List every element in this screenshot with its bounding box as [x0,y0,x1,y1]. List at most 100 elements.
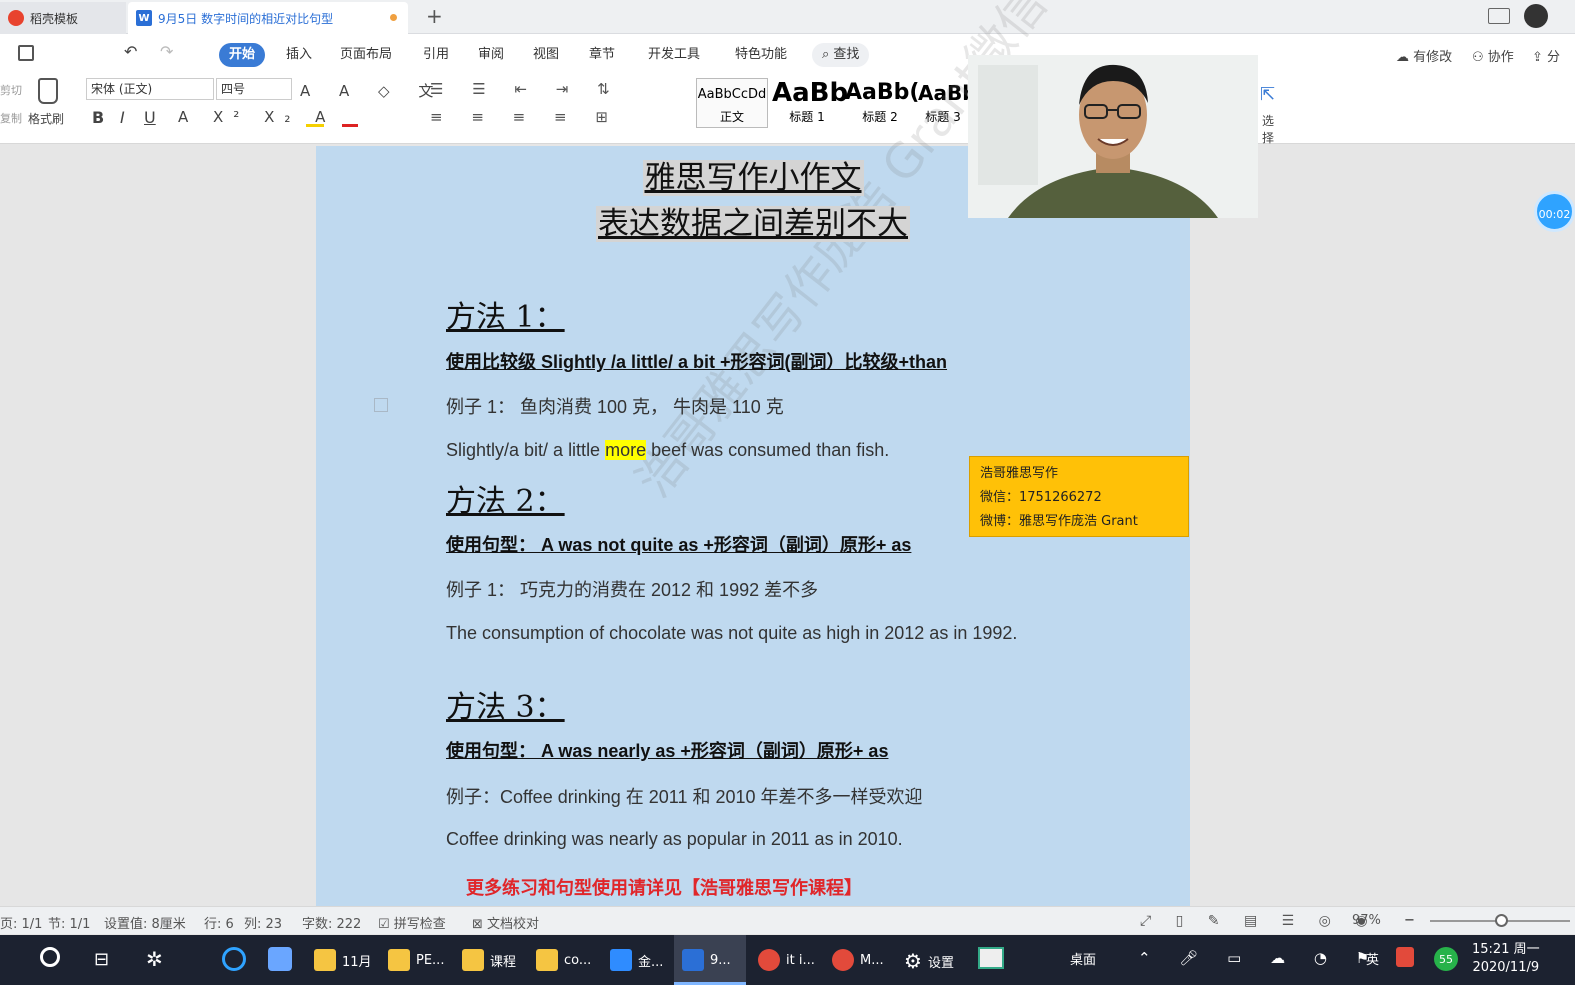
ime-indicator[interactable]: 英 [1366,949,1379,968]
taskbar-item-label: M... [860,952,884,968]
method-1-example-en: Slightly/a bit/ a little more beef was c… [446,440,890,460]
paragraph-marker-icon[interactable] [374,398,388,412]
taskbar-item-label: 设置 [927,955,954,971]
save-icon[interactable] [18,45,34,61]
collab-button[interactable]: ⚇ 协作 [1472,46,1514,65]
taskbar-item-settings[interactable]: ⚙ 设置 [904,949,954,973]
menu-insert[interactable]: 插入 [276,43,322,67]
clock[interactable]: 15:21 周一 2020/11/9 [1472,941,1540,977]
revise-button[interactable]: ☁ 有修改 [1396,46,1452,65]
proofread-label: 文档校对 [487,917,540,932]
style-normal-preview: AaBbCcDd [697,87,767,102]
desktop-toolbar[interactable]: 桌面 [1070,949,1096,968]
share-button[interactable]: ⇪ 分 [1532,46,1560,65]
method-1-rule: 使用比较级 Slightly /a little/ a bit +形容词(副词）… [446,352,948,372]
window-layout-icon[interactable] [1488,8,1510,24]
tab-daoke[interactable]: 稻壳模板 [0,2,126,34]
redo-icon[interactable]: ↷ [160,42,173,61]
view-mode-icons[interactable]: ⤢ ▯ ✎ ▤ ☰ ◎ ◉ [1140,913,1378,929]
format-painter-icon[interactable] [38,78,58,104]
app-window-icon[interactable] [978,947,1004,969]
taskbar-item-wps[interactable]: 9... [682,949,731,971]
contact-sticky-note: 浩哥雅思写作 微信：1751266272 微博：雅思写作庞浩 Grant [969,456,1189,537]
presenter-image [968,55,1258,218]
qq-browser-icon[interactable] [222,947,246,971]
sticky-line-3: 微博：雅思写作庞浩 Grant [980,514,1138,529]
method-3-heading: 方法 3： [446,690,565,725]
taskbar-item-folder-2[interactable]: PE... [388,949,444,971]
cut-button[interactable]: 剪切 [0,82,22,98]
taskbar-item-chrome-1[interactable]: it i... [758,949,815,971]
menu-chapter[interactable]: 章节 [579,43,625,67]
new-tab-button[interactable]: + [426,4,443,28]
app-icon [610,949,632,971]
select-arrow-icon[interactable]: ⇱ [1260,84,1275,105]
undo-icon[interactable]: ↶ [124,42,137,61]
status-col: 列: 23 [244,917,283,932]
sticky-line-2: 微信：1751266272 [980,490,1102,505]
status-page: 页: 1/1 [0,917,43,932]
menu-reference[interactable]: 引用 [413,43,459,67]
copy-button[interactable]: 复制 [0,110,22,126]
paragraph-list-icons[interactable]: ☰ ☰ ⇤ ⇥ ⇅ [430,80,622,98]
style-heading-1[interactable]: AaBb 标题 1 [772,78,849,128]
status-words[interactable]: 字数: 222 [302,913,361,932]
paragraph-align-icons[interactable]: ≡ ≡ ≡ ≡ ⊞ [430,108,620,126]
user-avatar[interactable] [1524,4,1548,28]
bold-icon[interactable]: B [92,108,104,127]
webcam-video [968,55,1258,218]
menu-developer[interactable]: 开发工具 [638,43,710,67]
search-icon: ⌕ [822,47,830,62]
folder-icon [462,949,484,971]
taskbar-item-app-5[interactable]: 金... [610,949,663,971]
menu-view[interactable]: 视图 [523,43,569,67]
status-setting: 设置值: 8厘米 [104,917,186,932]
zoom-slider-handle[interactable] [1495,914,1508,927]
cortana-icon[interactable] [40,947,60,967]
taskbar-item-label: 9... [710,952,731,968]
font-name-select[interactable]: 宋体 (正文) [86,78,214,100]
font-grow-shrink-icons[interactable]: A A ◇ 文 [300,80,445,101]
taskbar-item-chrome-2[interactable]: M... [832,949,884,971]
menu-layout[interactable]: 页面布局 [330,43,402,67]
spell-check-button[interactable]: ☑ 拼写检查 [378,913,446,932]
tab-document[interactable]: W 9月5日 数字时间的相近对比句型 [128,2,408,34]
zoom-level[interactable]: 97% [1352,913,1381,928]
method-1-example-cn: 例子 1： 鱼肉消费 100 克， 牛肉是 110 克 [446,397,784,417]
highlight-color-icon[interactable] [306,124,324,127]
select-label[interactable]: 选择 [1258,112,1274,146]
method-3-rule: 使用句型： A was nearly as +形容词（副词）原形+ as [446,741,889,761]
gear-icon: ⚙ [904,949,922,973]
revise-label: 有修改 [1413,50,1453,65]
status-section: 节: 1/1 [48,917,91,932]
underline-icon[interactable]: U [144,108,156,127]
sticky-line-1: 浩哥雅思写作 [980,466,1059,481]
proofread-button[interactable]: ⊠ 文档校对 [472,913,539,932]
feishu-icon[interactable] [268,947,292,971]
chrome-icon [758,949,780,971]
recording-timer[interactable]: 00:02 [1534,191,1575,232]
menu-review[interactable]: 审阅 [468,43,514,67]
sogou-ime-icon[interactable] [1396,947,1414,967]
taskbar-item-folder-1[interactable]: 11月 [314,949,372,971]
menu-features[interactable]: 特色功能 [725,43,797,67]
style-normal[interactable]: AaBbCcDd 正文 [696,78,768,128]
style-h1-preview: AaBb [772,78,849,108]
search-button[interactable]: ⌕ 查找 [812,43,870,67]
clock-date: 2020/11/9 [1472,960,1540,975]
menu-home[interactable]: 开始 [219,43,266,67]
windows-taskbar: ⊟ ✲ 11月 PE... 课程 co... 金... 9... it i...… [0,935,1575,985]
task-view-icon[interactable]: ⊟ [94,949,109,970]
battery-badge[interactable]: 55 [1434,947,1458,971]
collab-label: 协作 [1487,50,1514,65]
italic-icon[interactable]: I [120,108,125,127]
taskbar-item-label: co... [564,952,592,968]
taskbar-item-folder-4[interactable]: co... [536,949,591,971]
font-size-select[interactable]: 四号 [216,78,292,100]
font-color-icon[interactable] [342,124,358,127]
wps-logo-icon [8,10,24,26]
app-pinned-icon[interactable]: ✲ [146,947,163,971]
taskbar-item-folder-3[interactable]: 课程 [462,949,516,971]
chrome-icon [832,949,854,971]
zoom-out-icon[interactable]: − [1404,913,1415,928]
